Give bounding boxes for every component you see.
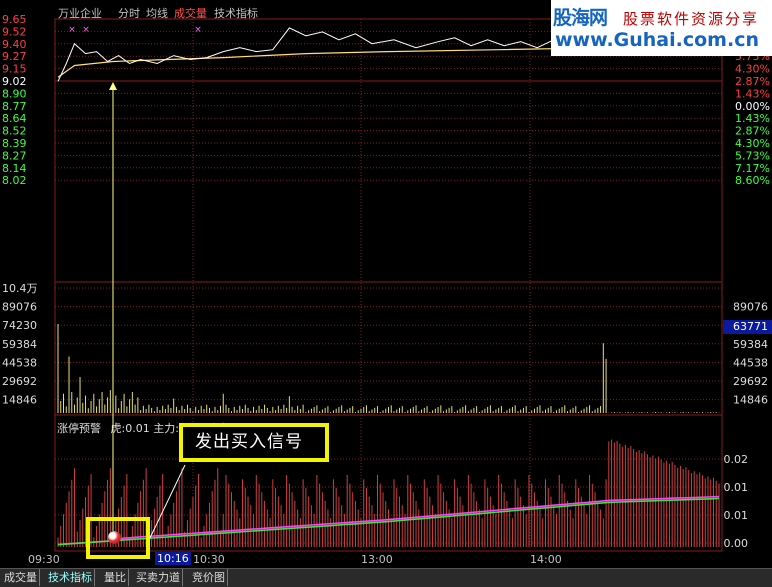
callout-pointer-line <box>149 464 186 539</box>
price-axis-label: 8.90 <box>2 87 27 100</box>
price-panel-frame <box>54 18 723 283</box>
volume-axis-label: 59384 <box>2 338 37 351</box>
price-axis-label: 8.39 <box>2 137 27 150</box>
price-axis-label: 9.40 <box>2 38 27 51</box>
percent-axis-label: 5.73% <box>735 149 770 162</box>
price-axis-label: 8.64 <box>2 112 27 125</box>
price-axis-label: 8.14 <box>2 162 27 175</box>
toolbar-item-volume[interactable]: 成交量 <box>174 5 207 21</box>
price-axis-label: 8.02 <box>2 174 27 187</box>
buy-signal-callout: 发出买入信号 <box>179 423 329 462</box>
time-axis: 09:30 10:16 10:30 13:00 14:00 <box>0 551 772 568</box>
trade-marker: × <box>82 25 90 35</box>
time-cursor-label: 10:16 <box>155 552 191 565</box>
brand-url: www.Guhai.com.cn <box>555 29 759 51</box>
time-label-1400: 14:00 <box>530 553 562 566</box>
intraday-chart[interactable]: 9.659.529.409.279.159.028.908.778.648.52… <box>0 0 772 568</box>
price-axis-label: 9.65 <box>2 13 27 26</box>
indicator-axis-label: 0.02 <box>724 453 749 466</box>
volume-axis-label: 10.4万 <box>2 282 38 295</box>
tab-buy-sell-force[interactable]: 买卖力道 <box>134 569 183 586</box>
indicator-name: 涨停预警 <box>57 422 101 435</box>
percent-axis-label: 8.60% <box>735 174 770 187</box>
volume-axis-label: 89076 <box>2 301 37 314</box>
bottom-tab-bar: 成交量 技术指标 量比 买卖力道 竞价图 <box>0 568 772 587</box>
toolbar-item-timeshare[interactable]: 分时 <box>118 5 140 21</box>
percent-axis-label: 4.30% <box>735 137 770 150</box>
brand-banner: 股海网 股票软件资源分享 www.Guhai.com.cn <box>551 0 772 56</box>
tab-volume-ratio[interactable]: 量比 <box>102 569 129 586</box>
volume-axis-label-right: 44538 <box>733 356 768 369</box>
volume-axis-label-right: 14846 <box>733 394 768 407</box>
tab-volume[interactable]: 成交量 <box>2 569 40 586</box>
volume-axis-label-right: 29692 <box>733 375 768 388</box>
volume-axis-label-right: 59384 <box>733 338 768 351</box>
stock-name: 万业企业 <box>58 7 102 20</box>
indicator-axis-label: 0.01 <box>724 481 749 494</box>
volume-axis-label: 44538 <box>2 356 37 369</box>
volume-axis-label: 29692 <box>2 375 37 388</box>
brand-site-name: 股海网 <box>553 7 608 29</box>
price-axis-label: 9.15 <box>2 63 27 76</box>
price-axis-label: 8.77 <box>2 100 27 113</box>
indicator-axis-label: 0.01 <box>724 509 749 522</box>
percent-axis-label: 2.87% <box>735 75 770 88</box>
price-axis-label: 9.52 <box>2 25 27 38</box>
time-label-open: 09:30 <box>28 553 60 566</box>
tab-auction-chart[interactable]: 竞价图 <box>190 569 228 586</box>
volume-cursor-readout: 63771 <box>723 320 772 334</box>
volume-axis-label: 74230 <box>2 319 37 332</box>
time-label-1030: 10:30 <box>193 553 225 566</box>
indicator-axis-label: 0.00 <box>724 537 749 550</box>
tab-technical-indicator[interactable]: 技术指标 <box>46 569 95 586</box>
volume-panel-frame <box>54 281 723 416</box>
percent-axis-label: 0.00% <box>735 100 770 113</box>
trade-marker: × <box>194 25 202 35</box>
brand-slogan: 股票软件资源分享 <box>623 10 760 28</box>
price-axis-label: 9.27 <box>2 50 27 63</box>
percent-axis-label: 1.43% <box>735 87 770 100</box>
buy-signal-icon <box>108 531 121 544</box>
percent-axis-label: 7.17% <box>735 162 770 175</box>
toolbar-item-indicator[interactable]: 技术指标 <box>214 5 258 21</box>
volume-axis-label-right: 89076 <box>733 301 768 314</box>
trade-marker: × <box>68 25 76 35</box>
percent-axis-label: 4.30% <box>735 63 770 76</box>
percent-axis-label: 2.87% <box>735 125 770 138</box>
price-axis-label: 8.27 <box>2 149 27 162</box>
percent-axis-label: 1.43% <box>735 112 770 125</box>
signal-arrow-head <box>109 82 117 90</box>
price-axis-label: 9.02 <box>2 75 27 88</box>
toolbar-item-ma[interactable]: 均线 <box>146 5 168 21</box>
time-label-1300: 13:00 <box>361 553 393 566</box>
volume-axis-label: 14846 <box>2 394 37 407</box>
price-axis-label: 8.52 <box>2 125 27 138</box>
